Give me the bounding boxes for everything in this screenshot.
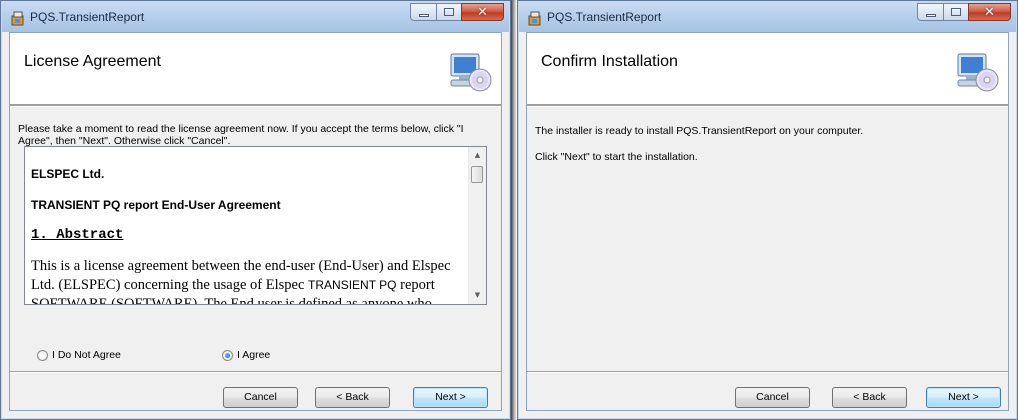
- next-button[interactable]: Next >: [413, 387, 488, 408]
- radio-circle-checked[interactable]: [222, 349, 233, 361]
- license-heading: TRANSIENT PQ report End-User Agreement: [31, 198, 281, 212]
- next-instruction-text: Click "Next" to start the installation.: [535, 151, 698, 163]
- instructions-text: Please take a moment to read the license…: [18, 123, 464, 147]
- license-para-product: TRANSIENT PQ: [308, 278, 397, 292]
- computer-cd-icon: [957, 53, 999, 92]
- license-agreement-window: PQS.TransientReport ✕ License Agreement …: [0, 0, 511, 420]
- minimize-icon: [926, 14, 936, 17]
- license-text-box[interactable]: ELSPEC Ltd. TRANSIENT PQ report End-User…: [24, 146, 487, 305]
- header-banner: Confirm Installation: [527, 33, 1008, 105]
- banner-separator: [527, 105, 1008, 107]
- title-bar[interactable]: PQS.TransientReport ✕: [519, 2, 1016, 32]
- confirm-installation-window: PQS.TransientReport ✕ Confirm Installati…: [517, 0, 1018, 420]
- maximize-icon: [951, 8, 961, 16]
- scroll-up-arrow-icon[interactable]: ▲: [469, 147, 486, 164]
- installer-app-icon: [528, 11, 541, 26]
- back-button[interactable]: < Back: [832, 387, 907, 408]
- close-button[interactable]: ✕: [461, 3, 504, 21]
- computer-cd-icon: [450, 53, 492, 92]
- license-paragraph: This is a license agreement between the …: [31, 257, 471, 304]
- radio-do-not-agree-label: I Do Not Agree: [52, 349, 121, 361]
- license-section-title: 1. Abstract: [31, 227, 124, 243]
- scroll-down-arrow-icon[interactable]: ▼: [469, 287, 486, 304]
- dialog-client-area: Confirm Installation The installer is re…: [526, 32, 1009, 411]
- radio-agree-label: I Agree: [237, 349, 271, 361]
- window-title: PQS.TransientReport: [30, 10, 145, 24]
- minimize-button[interactable]: [917, 3, 943, 21]
- radio-agree[interactable]: I Agree: [222, 349, 270, 361]
- footer-separator: [527, 371, 1008, 373]
- radio-circle[interactable]: [37, 349, 48, 361]
- minimize-icon: [419, 14, 429, 17]
- license-scrollbar[interactable]: ▲ ▼: [468, 147, 486, 304]
- cancel-button[interactable]: Cancel: [735, 387, 810, 408]
- dialog-client-area: License Agreement Please take a moment t…: [9, 32, 502, 411]
- scroll-thumb[interactable]: [471, 166, 483, 183]
- banner-separator: [10, 105, 501, 107]
- license-company: ELSPEC Ltd.: [31, 167, 105, 181]
- back-button[interactable]: < Back: [315, 387, 390, 408]
- page-title: Confirm Installation: [541, 53, 678, 70]
- page-title: License Agreement: [24, 53, 161, 70]
- minimize-button[interactable]: [410, 3, 436, 21]
- next-button[interactable]: Next >: [926, 387, 1001, 408]
- window-title: PQS.TransientReport: [547, 10, 662, 24]
- maximize-button[interactable]: [943, 3, 968, 21]
- close-icon: ✕: [477, 5, 488, 20]
- radio-do-not-agree[interactable]: I Do Not Agree: [37, 349, 121, 361]
- ready-text: The installer is ready to install PQS.Tr…: [535, 125, 864, 137]
- title-bar[interactable]: PQS.TransientReport ✕: [2, 2, 509, 32]
- cancel-button[interactable]: Cancel: [223, 387, 298, 408]
- maximize-button[interactable]: [436, 3, 461, 21]
- close-button[interactable]: ✕: [968, 3, 1011, 21]
- close-icon: ✕: [984, 5, 995, 20]
- installer-app-icon: [11, 11, 24, 26]
- header-banner: License Agreement: [10, 33, 501, 105]
- footer-separator: [10, 371, 501, 373]
- maximize-icon: [444, 8, 454, 16]
